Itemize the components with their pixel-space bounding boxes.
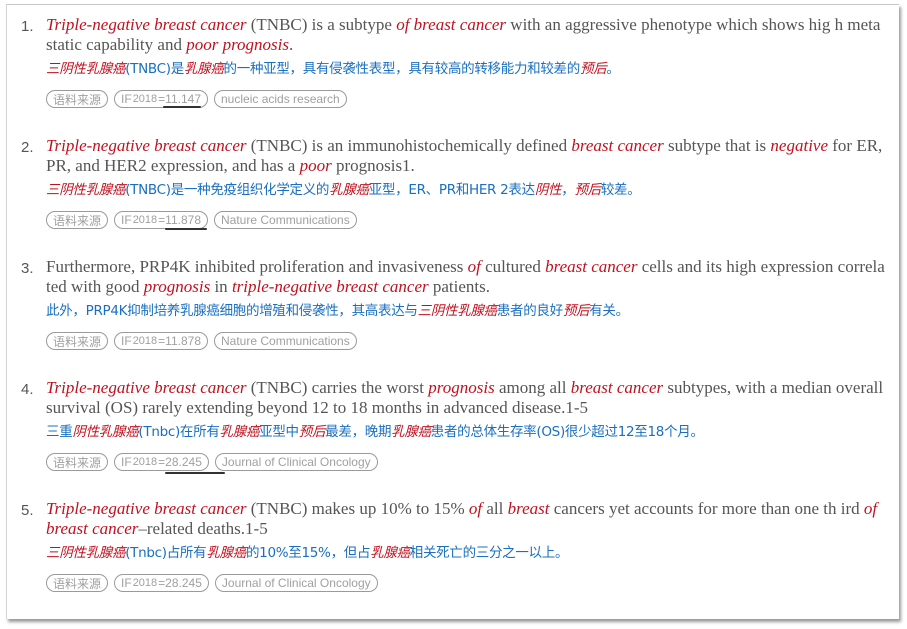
if-year: 2018 xyxy=(132,335,158,347)
highlighted-term: breast cancer xyxy=(570,378,664,397)
if-label: IF xyxy=(121,455,132,469)
highlighted-term: 预后 xyxy=(574,182,601,198)
journal-tag[interactable]: Nature Communications xyxy=(214,332,357,350)
highlighted-term: 预后 xyxy=(579,61,607,77)
english-sentence: Triple-negative breast cancer (TNBC) is … xyxy=(46,136,883,175)
impact-factor-tag[interactable]: IF 2018 =28.245 xyxy=(114,574,209,592)
highlighted-term: 乳腺癌 xyxy=(219,424,260,440)
highlighted-term: 乳腺癌 xyxy=(391,424,431,440)
if-value: =11.878 xyxy=(158,213,201,227)
source-tag[interactable]: 语料来源 xyxy=(46,211,109,229)
highlighted-term: 乳腺癌 xyxy=(329,182,369,198)
if-label: IF xyxy=(121,213,132,227)
chinese-translation: 三阴性乳腺癌(TNBC)是乳腺癌的一种亚型，具有侵袭性表型，具有较高的转移能力和… xyxy=(46,61,620,77)
journal-tag[interactable]: Journal of Clinical Oncology xyxy=(214,453,378,471)
english-sentence: Triple-negative breast cancer (TNBC) car… xyxy=(46,378,884,417)
item-number: 4. xyxy=(21,381,34,398)
if-value: =28.245 xyxy=(158,455,202,469)
highlighted-term: 三阴性乳腺癌 xyxy=(417,303,498,319)
highlighted-term: 预后 xyxy=(562,303,590,319)
english-sentence: Triple-negative breast cancer (TNBC) is … xyxy=(46,15,881,54)
highlighted-term: 乳腺癌 xyxy=(370,545,410,561)
source-tag[interactable]: 语料来源 xyxy=(46,453,109,471)
highlighted-term: 预后 xyxy=(298,424,326,440)
highlighted-term: Triple-negative breast cancer xyxy=(46,378,247,397)
highlighted-term: prognosis xyxy=(143,277,211,296)
highlighted-term: breast cancer xyxy=(545,257,638,276)
tag-row: 语料来源 IF 2018 =11.878 Nature Communications xyxy=(46,332,357,352)
source-tag[interactable]: 语料来源 xyxy=(46,90,109,108)
if-label: IF xyxy=(121,92,132,106)
tag-row: 语料来源 IF 2018 =28.245 Journal of Clinical O… xyxy=(46,453,378,474)
chinese-translation: 三阴性乳腺癌(Tnbc)占所有乳腺癌的10%至15%，但占乳腺癌相关死亡的三分之… xyxy=(46,545,569,561)
highlighted-term: Triple-negative breast cancer xyxy=(46,136,247,155)
highlighted-term: Triple-negative breast cancer xyxy=(46,15,247,34)
underline-annotation xyxy=(165,228,208,230)
highlighted-term: triple-negative breast cancer xyxy=(231,277,429,296)
impact-factor-tag[interactable]: IF 2018 =28.245 xyxy=(114,453,226,474)
if-label: IF xyxy=(121,334,132,348)
journal-tag[interactable]: Journal of Clinical Oncology xyxy=(214,574,378,592)
chinese-translation: 三重阴性乳腺癌(Tnbc)在所有乳腺癌亚型中预后最差，晚期乳腺癌患者的总体生存率… xyxy=(46,424,704,440)
impact-factor-tag[interactable]: IF 2018 =11.147 xyxy=(114,90,208,108)
item-number: 2. xyxy=(21,139,34,156)
impact-factor-tag[interactable]: IF 2018 =11.878 xyxy=(114,211,208,230)
chinese-translation: 此外，PRP4K抑制培养乳腺癌细胞的增殖和侵袭性，其高表达与三阴性乳腺癌患者的良… xyxy=(46,303,629,319)
tag-row: 语料来源 IF 2018 =28.245 Journal of Clinical O… xyxy=(46,574,378,594)
highlighted-term: Triple-negative breast cancer xyxy=(46,499,247,518)
chinese-translation: 三阴性乳腺癌(TNBC)是一种免疫组织化学定义的乳腺癌亚型，ER、PR和HER … xyxy=(46,182,641,198)
underline-annotation xyxy=(163,106,202,108)
if-year: 2018 xyxy=(132,93,158,105)
if-value: =28.245 xyxy=(158,576,202,590)
highlighted-term: negative xyxy=(770,136,829,155)
if-value: =11.878 xyxy=(158,334,201,348)
underline-annotation xyxy=(165,472,226,474)
tag-row: 语料来源 IF 2018 =11.147 nucleic acids researc… xyxy=(46,90,347,110)
highlighted-term: 三阴性乳腺癌 xyxy=(46,61,126,77)
source-tag[interactable]: 语料来源 xyxy=(46,574,109,592)
english-sentence: Triple-negative breast cancer (TNBC) mak… xyxy=(46,499,878,538)
if-label: IF xyxy=(121,576,132,590)
item-number: 5. xyxy=(21,502,34,519)
highlighted-term: poor xyxy=(299,156,332,175)
if-year: 2018 xyxy=(132,456,158,468)
item-number: 3. xyxy=(21,260,34,277)
item-number: 1. xyxy=(21,18,34,35)
highlighted-term: of breast cancer xyxy=(396,15,507,34)
if-year: 2018 xyxy=(132,577,158,589)
if-value: =11.147 xyxy=(158,92,201,106)
highlighted-term: 阴性 xyxy=(534,182,562,198)
highlighted-term: 三阴性乳腺癌 xyxy=(46,545,126,561)
highlighted-term: of xyxy=(467,257,481,276)
highlighted-term: breast cancer xyxy=(571,136,664,155)
tag-row: 语料来源 IF 2018 =11.878 Nature Communications xyxy=(46,211,357,231)
highlighted-term: 乳腺癌 xyxy=(183,61,224,77)
highlighted-term: poor prognosis xyxy=(186,35,290,54)
source-tag[interactable]: 语料来源 xyxy=(46,332,109,350)
journal-tag[interactable]: Nature Communications xyxy=(214,211,357,229)
highlighted-term: prognosis xyxy=(428,378,495,397)
journal-tag[interactable]: nucleic acids research xyxy=(214,90,347,108)
if-year: 2018 xyxy=(132,214,158,226)
highlighted-term: of xyxy=(468,499,483,518)
highlighted-term: 阴性乳腺癌 xyxy=(72,424,139,440)
highlighted-term: breast xyxy=(507,499,550,518)
highlighted-term: 乳腺癌 xyxy=(206,545,246,561)
example-sentences-panel: 1. Triple-negative breast cancer (TNBC) … xyxy=(6,4,899,619)
impact-factor-tag[interactable]: IF 2018 =11.878 xyxy=(114,332,208,350)
highlighted-term: 三阴性乳腺癌 xyxy=(46,182,126,198)
english-sentence: Furthermore, PRP4K inhibited proliferati… xyxy=(46,257,885,296)
